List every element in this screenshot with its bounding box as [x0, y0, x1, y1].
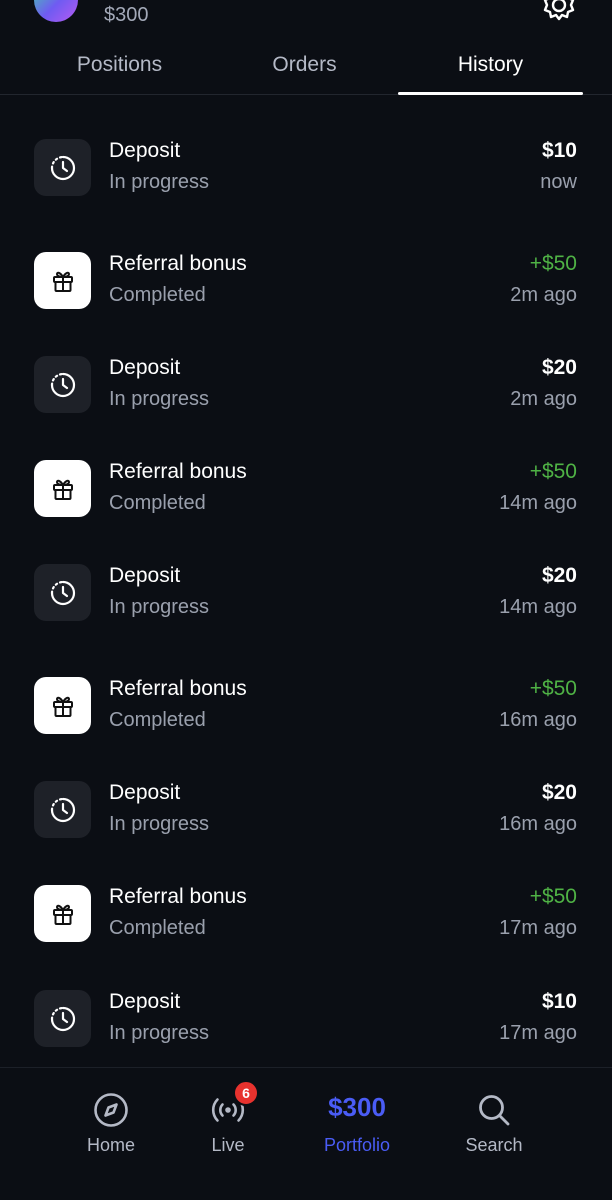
row-title: Referral bonus: [109, 460, 247, 483]
gift-icon: [52, 271, 73, 292]
row-amount: $20: [541, 781, 577, 804]
row-icon-tile: [34, 677, 91, 734]
row-time: 16m ago: [499, 813, 577, 835]
bottom-nav: Home 6 Live $300 Portfolio Search: [0, 1067, 612, 1200]
clock-icon: [50, 580, 75, 605]
row-title: Deposit: [109, 781, 181, 804]
avatar[interactable]: [34, 0, 78, 22]
history-row[interactable]: Deposit In progress $20 14m ago: [0, 564, 612, 644]
row-icon-tile: [34, 460, 91, 517]
history-row[interactable]: Referral bonus Completed +$50 16m ago: [0, 677, 612, 757]
row-icon-tile: [34, 885, 91, 942]
nav-portfolio[interactable]: $300 Portfolio: [302, 1068, 412, 1168]
history-row[interactable]: Deposit In progress $10 17m ago: [0, 990, 612, 1070]
row-time: 17m ago: [499, 1022, 577, 1044]
account-header: $300: [0, 0, 612, 36]
nav-portfolio-value: $300: [328, 1092, 386, 1122]
nav-live-label: Live: [211, 1135, 245, 1155]
history-row[interactable]: Referral bonus Completed +$50 14m ago: [0, 460, 612, 540]
history-row[interactable]: Referral bonus Completed +$50 17m ago: [0, 885, 612, 965]
tab-orders[interactable]: Orders: [212, 36, 397, 94]
row-status: Completed: [109, 284, 206, 306]
row-time: 14m ago: [499, 492, 577, 514]
nav-live[interactable]: 6 Live: [183, 1068, 273, 1168]
row-icon-tile: [34, 139, 91, 196]
row-time: now: [540, 171, 577, 193]
row-amount: +$50: [529, 677, 577, 700]
history-row[interactable]: Referral bonus Completed +$50 2m ago: [0, 252, 612, 332]
tab-history[interactable]: History: [398, 36, 583, 95]
row-icon-tile: [34, 252, 91, 309]
row-title: Deposit: [109, 564, 181, 587]
row-time: 17m ago: [499, 917, 577, 939]
row-time: 2m ago: [510, 388, 577, 410]
clock-icon: [50, 155, 75, 180]
compass-icon: [94, 1093, 128, 1127]
row-amount: $10: [541, 139, 577, 162]
row-amount: $10: [541, 990, 577, 1013]
row-status: In progress: [109, 596, 210, 618]
row-status: In progress: [109, 1022, 210, 1044]
row-icon-tile: [34, 781, 91, 838]
clock-icon: [50, 372, 75, 397]
row-icon-tile: [34, 356, 91, 413]
row-status: Completed: [109, 492, 206, 514]
search-icon: [479, 1095, 510, 1126]
live-count-badge: 6: [233, 1080, 259, 1106]
history-row[interactable]: Deposit In progress $20 2m ago: [0, 356, 612, 436]
row-amount: +$50: [529, 885, 577, 908]
portfolio-tabs: Positions Orders History: [0, 36, 612, 95]
history-row[interactable]: Deposit In progress $20 16m ago: [0, 781, 612, 861]
app-screen: $300 Positions Orders History Deposit In…: [0, 0, 612, 1200]
row-title: Deposit: [109, 139, 181, 162]
gift-icon: [52, 904, 73, 925]
row-time: 16m ago: [499, 709, 577, 731]
row-status: In progress: [109, 171, 210, 193]
gift-icon: [52, 696, 73, 717]
row-amount: $20: [541, 356, 577, 379]
row-amount: +$50: [529, 252, 577, 275]
row-icon-tile: [34, 990, 91, 1047]
row-status: Completed: [109, 709, 206, 731]
nav-search[interactable]: Search: [449, 1068, 539, 1168]
tab-positions[interactable]: Positions: [27, 36, 212, 94]
header-balance: $300: [104, 4, 149, 26]
row-time: 2m ago: [510, 284, 577, 306]
row-icon-tile: [34, 564, 91, 621]
row-status: In progress: [109, 813, 210, 835]
clock-icon: [50, 797, 75, 822]
row-amount: $20: [541, 564, 577, 587]
row-title: Deposit: [109, 990, 181, 1013]
row-title: Referral bonus: [109, 885, 247, 908]
nav-home[interactable]: Home: [66, 1068, 156, 1168]
row-title: Deposit: [109, 356, 181, 379]
nav-portfolio-label: Portfolio: [323, 1135, 391, 1155]
nav-search-label: Search: [465, 1135, 523, 1155]
clock-icon: [50, 1006, 75, 1031]
history-row[interactable]: Deposit In progress $10 now: [0, 139, 612, 219]
nav-home-label: Home: [86, 1135, 135, 1155]
row-title: Referral bonus: [109, 677, 247, 700]
row-title: Referral bonus: [109, 252, 247, 275]
gift-icon: [52, 479, 73, 500]
row-status: Completed: [109, 917, 206, 939]
row-amount: +$50: [529, 460, 577, 483]
row-time: 14m ago: [499, 596, 577, 618]
gear-icon: [543, 0, 575, 21]
row-status: In progress: [109, 388, 210, 410]
settings-button[interactable]: [542, 0, 576, 22]
